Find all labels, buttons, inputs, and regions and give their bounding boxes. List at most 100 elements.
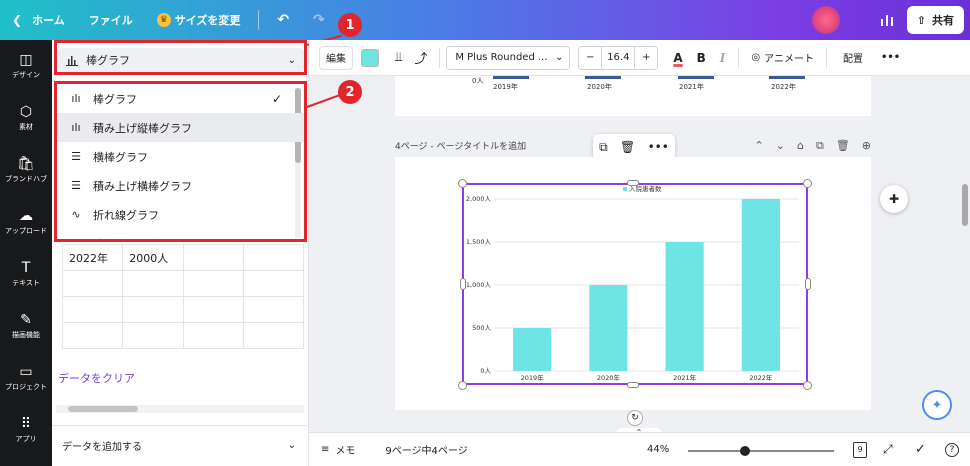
clear-data-link[interactable]: データをクリア: [58, 370, 135, 386]
edit-button[interactable]: 編集: [319, 45, 353, 70]
resize-handle[interactable]: [460, 278, 466, 290]
fullscreen-icon[interactable]: ⤢: [883, 442, 893, 457]
check-icon[interactable]: ✓: [915, 442, 926, 457]
dropdown-item[interactable]: ∿ 折れ線グラフ: [57, 200, 304, 229]
rail-label: アプリ: [15, 434, 37, 443]
chevron-up-icon[interactable]: ⌃: [755, 139, 764, 153]
share-button[interactable]: ⇧ 共有: [906, 6, 964, 34]
rail-item[interactable]: 🛍 ブランドハブ: [0, 144, 52, 196]
table-cell[interactable]: 2000人: [122, 244, 184, 271]
color-swatch[interactable]: [361, 48, 379, 67]
table-cell[interactable]: [182, 244, 244, 271]
dropdown-item[interactable]: ◭ 積み上げ面グラフ: [57, 229, 304, 239]
more-icon[interactable]: •••: [648, 140, 669, 154]
font-size-input[interactable]: 16.4: [601, 46, 636, 69]
position-button[interactable]: 配置: [843, 50, 863, 65]
home-button[interactable]: ❮ ホーム: [0, 0, 77, 40]
avatar[interactable]: [812, 6, 840, 34]
vertical-scrollbar[interactable]: [960, 76, 970, 430]
table-cell[interactable]: [182, 296, 244, 323]
table-cell[interactable]: [61, 270, 124, 297]
zoom-slider-knob[interactable]: [740, 446, 750, 456]
chart-type-dropdown: ılı 棒グラフ ✓ ılı 積み上げ縦棒グラフ ☰ 横棒グラフ ☰ 積み上げ横棒グラフ ∿ 折れ線…: [54, 81, 307, 242]
resize-button[interactable]: ♛ サイズを変更: [145, 0, 253, 40]
page-grid-button[interactable]: 9: [853, 441, 867, 458]
table-cell[interactable]: [122, 296, 184, 323]
rail-item[interactable]: ⠿ アプリ: [0, 404, 52, 456]
resize-handle[interactable]: [627, 180, 639, 186]
scrollbar-thumb[interactable]: [68, 406, 138, 412]
more-button[interactable]: •••: [881, 52, 900, 63]
table-cell[interactable]: [182, 270, 244, 297]
upload-icon: ☁: [19, 207, 33, 224]
notes-label: メモ: [335, 446, 356, 457]
resize-handle[interactable]: [803, 381, 812, 390]
bar: [665, 242, 704, 371]
trash-icon[interactable]: 🗑: [620, 140, 635, 154]
rail-item[interactable]: ✎ 描画機能: [0, 300, 52, 352]
table-cell[interactable]: [61, 322, 124, 349]
table-cell[interactable]: [242, 270, 305, 297]
page-title-input[interactable]: 4ページ - ページタイトルを追加: [395, 142, 526, 152]
chart-selection[interactable]: 0人 500人 1,000人 1,500人 2,000人 2019年 2020年 2021年 2…: [462, 183, 808, 385]
animate-button[interactable]: ◎ アニメート: [751, 50, 814, 65]
help-icon[interactable]: ?: [945, 442, 959, 457]
duplicate-icon[interactable]: ⧉: [816, 139, 824, 153]
duplicate-icon[interactable]: ⧉: [599, 140, 608, 155]
add-comment-icon[interactable]: ✚: [880, 185, 908, 213]
resize-handle[interactable]: [805, 278, 811, 290]
editor-toolbar: 編集 ⫫ ⤴ M Plus Rounded ... ⌄ − 16.4 + A B…: [309, 40, 970, 76]
table-cell[interactable]: [242, 244, 305, 271]
magic-sparkle-icon[interactable]: ✦: [922, 390, 952, 420]
horizontal-scrollbar[interactable]: [56, 405, 304, 413]
add-data-button[interactable]: データを追加する ⌄: [52, 425, 308, 465]
rail-item[interactable]: ▭ プロジェクト: [0, 352, 52, 404]
resize-handle[interactable]: [627, 382, 639, 388]
decrease-size-button[interactable]: −: [579, 47, 601, 69]
dropdown-item[interactable]: ☰ 横棒グラフ: [57, 142, 304, 171]
curve-icon[interactable]: ⤴: [414, 48, 427, 67]
chevron-down-icon[interactable]: ⌄: [776, 139, 785, 153]
dropdown-item[interactable]: ☰ 積み上げ横棒グラフ: [57, 171, 304, 200]
increase-size-button[interactable]: +: [635, 47, 657, 69]
resize-handle[interactable]: [458, 381, 467, 390]
spacing-icon[interactable]: ⫫: [395, 50, 402, 65]
resize-handle[interactable]: [803, 179, 812, 188]
undo-button[interactable]: ↶: [265, 0, 301, 40]
zoom-slider[interactable]: [688, 446, 834, 456]
table-cell[interactable]: 2022年: [61, 244, 124, 271]
file-menu[interactable]: ファイル: [77, 0, 145, 40]
bold-button[interactable]: B: [697, 51, 706, 65]
animate-icon: ◎: [751, 52, 761, 63]
rail-item[interactable]: ☁ アップロード: [0, 196, 52, 248]
rotate-icon[interactable]: ↻: [627, 410, 643, 426]
trash-icon[interactable]: 🗑: [836, 139, 850, 153]
table-cell[interactable]: [182, 322, 244, 349]
table-cell[interactable]: [242, 322, 305, 349]
y-tick-label: 1,500人: [466, 238, 492, 246]
text-color-button[interactable]: A: [673, 51, 682, 65]
scrollbar-thumb[interactable]: [962, 184, 968, 226]
previous-bar: [493, 76, 529, 79]
rail-item[interactable]: ⬡ 素材: [0, 92, 52, 144]
font-family-select[interactable]: M Plus Rounded ... ⌄: [446, 45, 571, 70]
rail-item[interactable]: ◫ デザイン: [0, 40, 52, 92]
table-cell[interactable]: [242, 296, 305, 323]
y-tick-label: 1,000人: [466, 281, 492, 289]
table-cell[interactable]: [122, 270, 184, 297]
italic-button[interactable]: I: [720, 51, 726, 65]
table-cell[interactable]: [61, 296, 124, 323]
insights-button[interactable]: [873, 6, 901, 34]
notes-button[interactable]: ≡ メモ: [321, 442, 355, 457]
folder-icon: ▭: [19, 363, 33, 380]
bar-chart-icon: [880, 15, 893, 26]
dropdown-item[interactable]: ılı 棒グラフ ✓: [57, 84, 304, 113]
add-page-icon[interactable]: ⊕: [862, 139, 871, 153]
lock-icon[interactable]: ⌂: [797, 139, 804, 153]
rail-item[interactable]: T テキスト: [0, 248, 52, 300]
font-size-stepper: − 16.4 +: [578, 45, 659, 70]
dropdown-item[interactable]: ılı 積み上げ縦棒グラフ: [57, 113, 304, 142]
table-cell[interactable]: [122, 322, 184, 349]
resize-handle[interactable]: [458, 179, 467, 188]
redo-button[interactable]: ↷: [301, 0, 337, 40]
